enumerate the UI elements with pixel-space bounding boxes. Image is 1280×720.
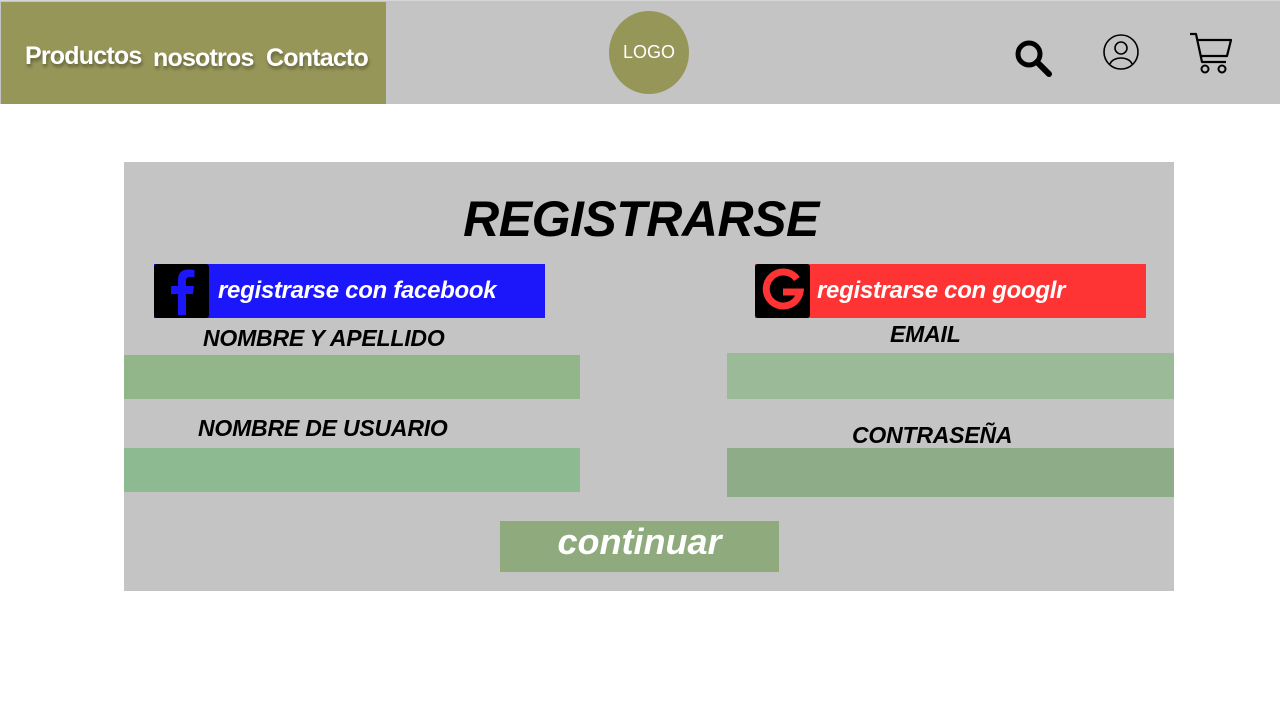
logo[interactable]: LOGO xyxy=(609,11,689,94)
nav-nosotros[interactable]: nosotros xyxy=(153,44,254,73)
username-input[interactable] xyxy=(124,448,580,492)
search-icon[interactable] xyxy=(1014,39,1054,84)
facebook-icon xyxy=(154,264,209,318)
facebook-register-button[interactable]: registrarse con facebook xyxy=(154,264,545,318)
email-input[interactable] xyxy=(727,353,1174,399)
password-label: CONTRASEÑA xyxy=(852,422,1013,448)
google-icon xyxy=(755,264,810,318)
cart-icon[interactable] xyxy=(1188,30,1234,81)
name-input[interactable] xyxy=(124,355,580,399)
name-label: NOMBRE Y APELLIDO xyxy=(203,325,445,351)
password-input[interactable] xyxy=(727,448,1174,497)
top-header: Productos nosotros Contacto LOGO xyxy=(0,0,1280,104)
continue-button[interactable]: continuar xyxy=(500,521,779,572)
email-label: EMAIL xyxy=(890,321,961,347)
username-label: NOMBRE DE USUARIO xyxy=(198,415,448,441)
nav-productos[interactable]: Productos xyxy=(25,42,142,71)
facebook-register-label: registrarse con facebook xyxy=(218,277,497,304)
register-panel: REGISTRARSE registrarse con facebook reg… xyxy=(124,162,1174,591)
google-register-label: registrarse con googlr xyxy=(817,277,1066,304)
nav-contacto[interactable]: Contacto xyxy=(266,44,369,73)
nav-bar: Productos nosotros Contacto xyxy=(1,2,386,104)
user-icon[interactable] xyxy=(1102,33,1140,76)
page-title: REGISTRARSE xyxy=(463,191,819,247)
google-register-button[interactable]: registrarse con googlr xyxy=(755,264,1146,318)
